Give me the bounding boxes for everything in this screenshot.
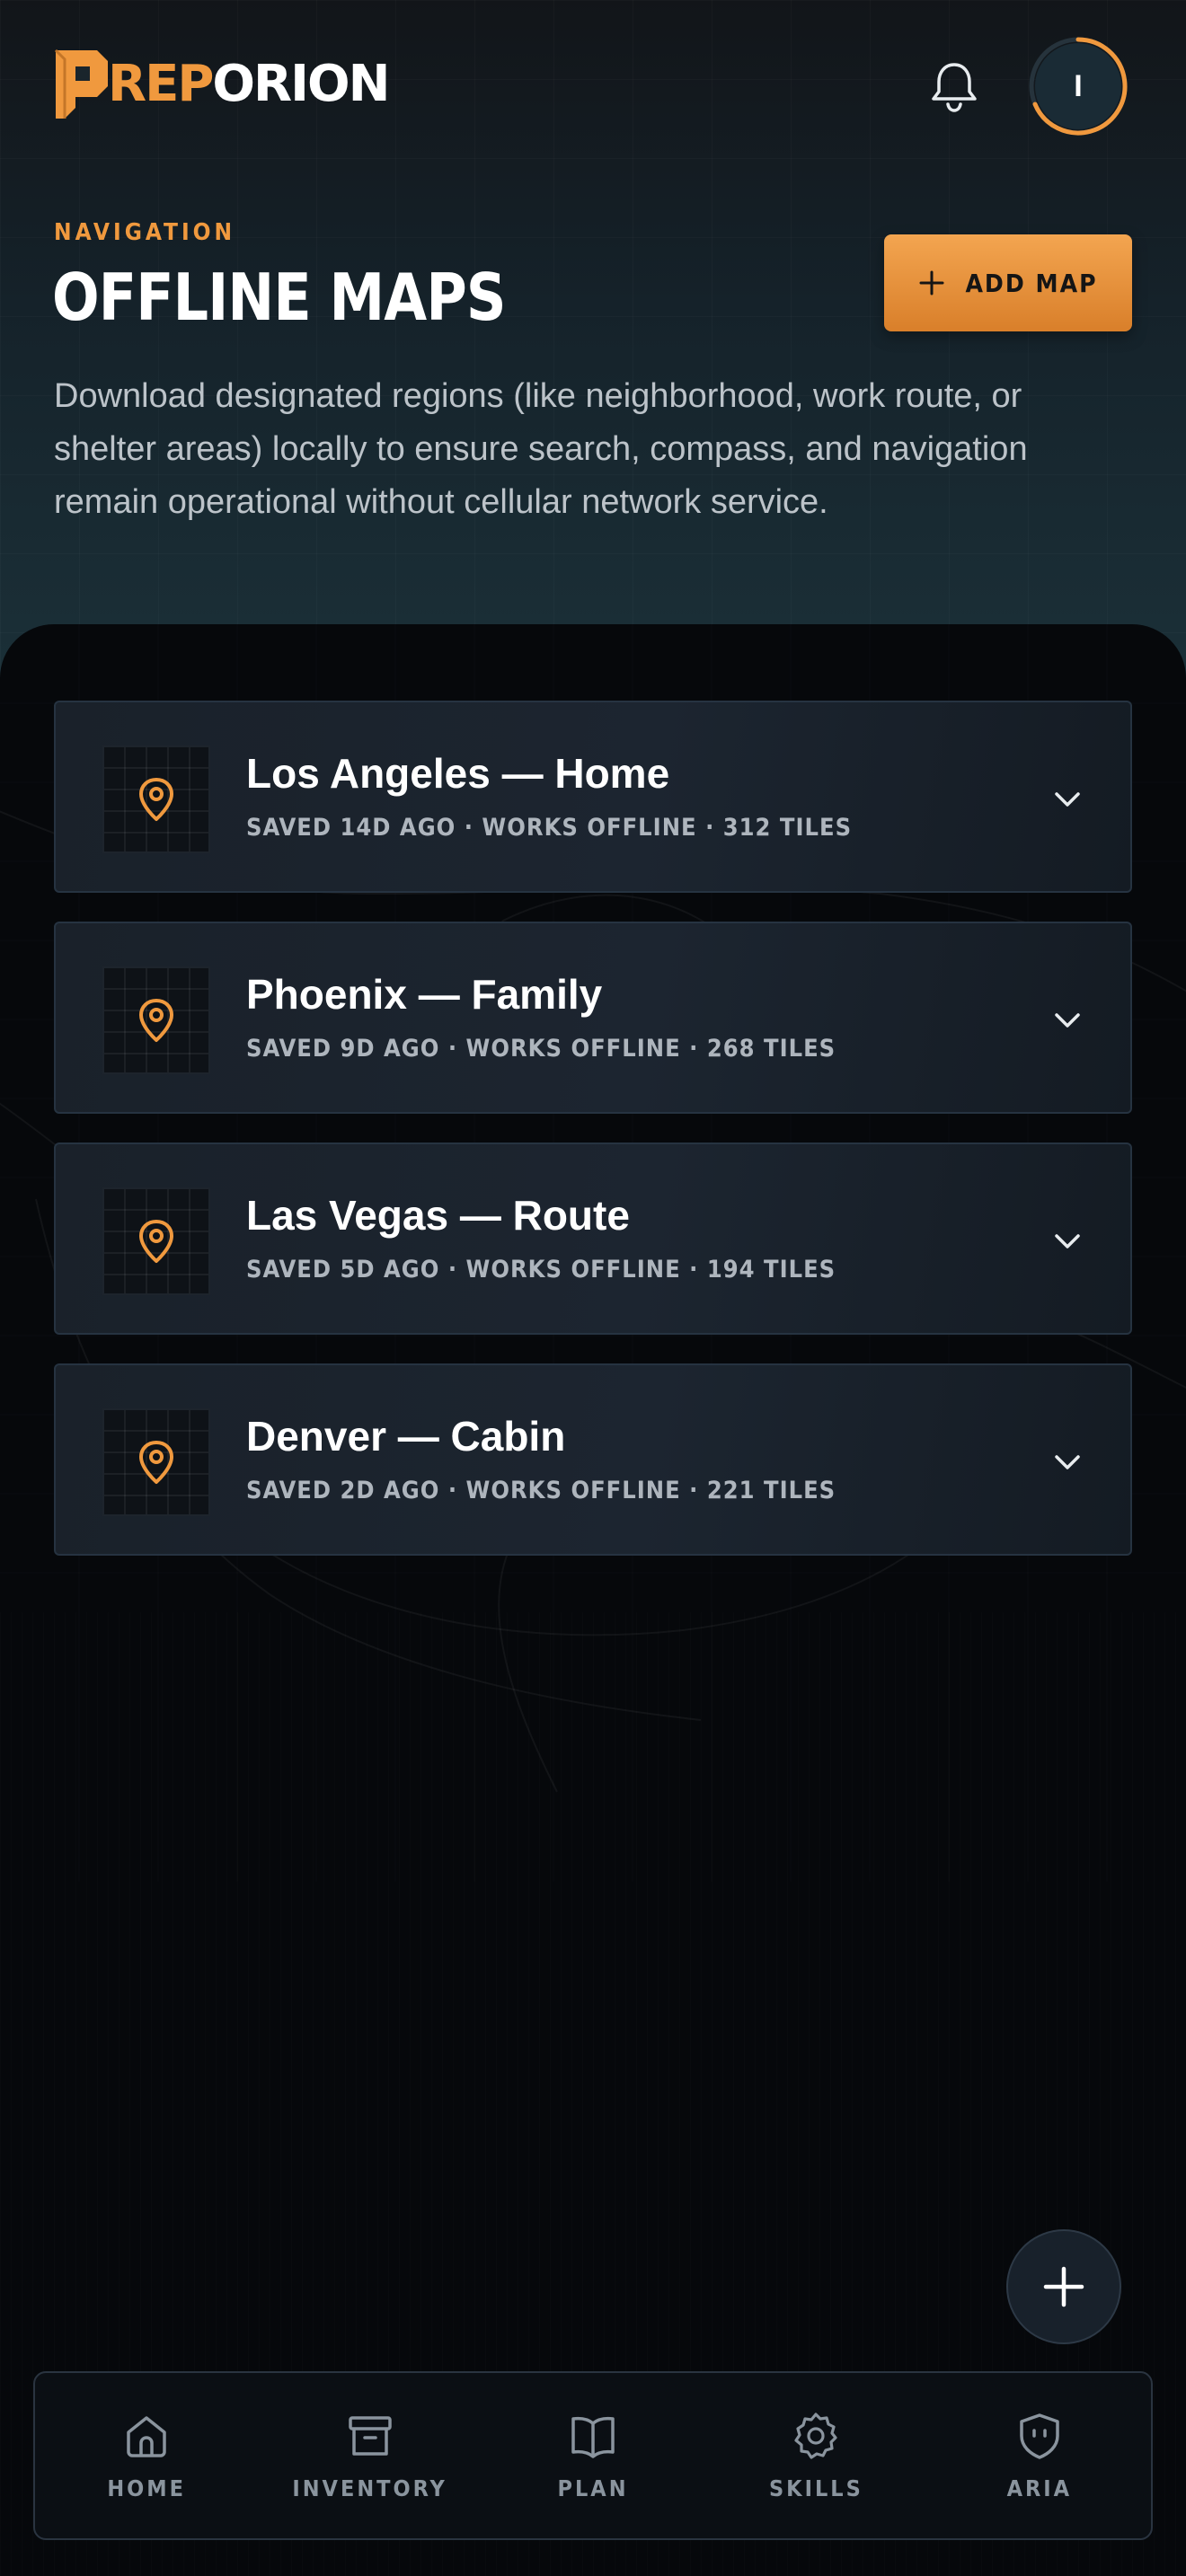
user-avatar-button[interactable]: I (1028, 36, 1128, 137)
plus-icon (919, 270, 944, 296)
plus-icon (1043, 2266, 1084, 2307)
map-meta: SAVED 2D AGO · WORKS OFFLINE · 221 TILES (246, 1477, 836, 1504)
bell-icon (932, 63, 977, 112)
map-card-phoenix[interactable]: Phoenix — Family SAVED 9D AGO · WORKS OF… (54, 922, 1132, 1114)
map-pin-icon (139, 778, 173, 821)
chevron-down-icon[interactable] (1049, 1002, 1085, 1038)
logo-part-accent: REP (108, 55, 214, 113)
map-card-las-vegas[interactable]: Las Vegas — Route SAVED 5D AGO · WORKS O… (54, 1142, 1132, 1335)
nav-item-home[interactable]: HOME (35, 2373, 258, 2538)
map-title: Las Vegas — Route (246, 1192, 630, 1239)
open-book-icon (571, 2416, 615, 2458)
badge-gear-icon (794, 2413, 838, 2459)
nav-label: SKILLS (768, 2475, 863, 2501)
nav-item-plan[interactable]: PLAN (482, 2373, 704, 2538)
bottom-navigation: HOME INVENTORY PLAN SKILLS ARIA (33, 2371, 1153, 2540)
map-thumbnail (102, 966, 210, 1074)
nav-label: INVENTORY (292, 2475, 447, 2501)
nav-label: HOME (107, 2475, 187, 2501)
nav-label: PLAN (557, 2475, 629, 2501)
page-description: Download designated regions (like neighb… (54, 377, 1028, 521)
map-pin-icon (139, 1220, 173, 1263)
nav-label: ARIA (1006, 2475, 1073, 2501)
map-card-denver[interactable]: Denver — Cabin SAVED 2D AGO · WORKS OFFL… (54, 1363, 1132, 1556)
add-map-label: ADD MAP (965, 268, 1098, 298)
page-title: OFFLINE MAPS (52, 260, 506, 335)
app-logo[interactable]: REPORION (52, 47, 390, 122)
map-thumbnail (102, 745, 210, 853)
map-pin-icon (139, 999, 173, 1042)
map-meta: SAVED 9D AGO · WORKS OFFLINE · 268 TILES (246, 1035, 836, 1063)
logo-wordmark: REPORION (108, 47, 390, 122)
chevron-down-icon[interactable] (1049, 1444, 1085, 1480)
logo-shield-icon (54, 49, 108, 119)
section-eyebrow: NAVIGATION (54, 219, 236, 246)
notifications-button[interactable] (925, 57, 983, 115)
home-icon (127, 2416, 166, 2457)
nav-item-skills[interactable]: SKILLS (704, 2373, 927, 2538)
map-title: Denver — Cabin (246, 1413, 566, 1460)
logo-part-white: ORION (212, 55, 390, 113)
map-thumbnail (102, 1408, 210, 1516)
avatar-initial: I (1035, 43, 1121, 129)
map-card-los-angeles[interactable]: Los Angeles — Home SAVED 14D AGO · WORKS… (54, 701, 1132, 893)
map-meta: SAVED 14D AGO · WORKS OFFLINE · 312 TILE… (246, 814, 853, 842)
shield-face-icon (1020, 2413, 1059, 2459)
archive-box-icon (348, 2416, 392, 2456)
chevron-down-icon[interactable] (1049, 781, 1085, 817)
map-title: Phoenix — Family (246, 971, 603, 1018)
floating-add-button[interactable] (1006, 2229, 1121, 2344)
map-meta: SAVED 5D AGO · WORKS OFFLINE · 194 TILES (246, 1256, 836, 1284)
nav-item-inventory[interactable]: INVENTORY (258, 2373, 481, 2538)
nav-item-aria[interactable]: ARIA (928, 2373, 1151, 2538)
map-thumbnail (102, 1187, 210, 1295)
chevron-down-icon[interactable] (1049, 1223, 1085, 1259)
map-title: Los Angeles — Home (246, 750, 670, 797)
add-map-button[interactable]: ADD MAP (884, 234, 1132, 331)
map-pin-icon (139, 1441, 173, 1484)
